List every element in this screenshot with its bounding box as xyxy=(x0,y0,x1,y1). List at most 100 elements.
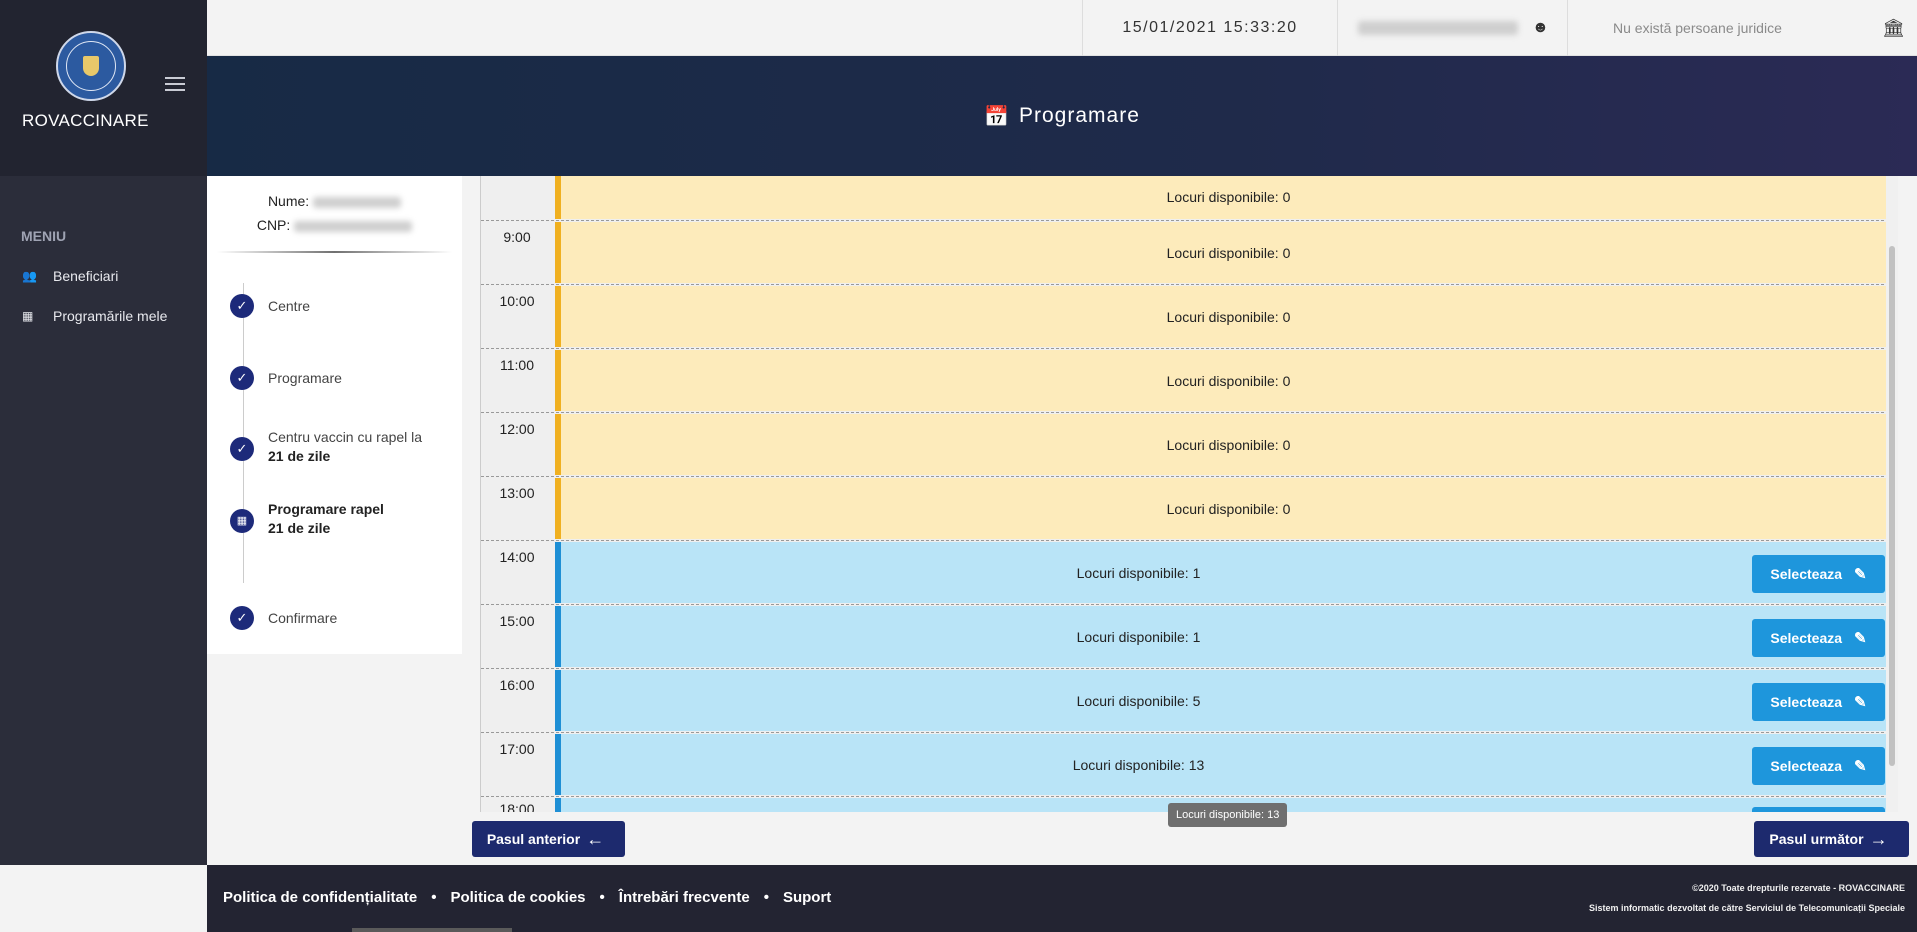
sidebar-item-programari[interactable]: ▦ Programările mele xyxy=(22,308,167,324)
calendar-icon: ▦ xyxy=(230,509,254,533)
copyright: ©2020 Toate drepturile rezervate - ROVAC… xyxy=(1692,883,1905,893)
select-label: Selecteaza xyxy=(1770,566,1843,582)
slot-availability: Locuri disponibile: 0 xyxy=(1166,372,1291,389)
divider xyxy=(217,251,452,253)
slot-availability: Locuri disponibile: 13 xyxy=(1072,756,1205,773)
slot-time: 12:00 xyxy=(499,421,535,437)
check-icon: ✓ xyxy=(230,437,254,461)
slot-time: 17:00 xyxy=(499,741,535,757)
slot-availability: Locuri disponibile: 0 xyxy=(1166,308,1291,325)
institution-icon: 🏛 xyxy=(1882,17,1905,38)
slot-availability: Locuri disponibile: 1 xyxy=(1076,628,1201,645)
scrollbar[interactable] xyxy=(1886,176,1898,812)
user-menu[interactable]: ☻ xyxy=(1337,0,1567,56)
pencil-icon: ✎ xyxy=(1854,566,1867,583)
time-slot: 15:00 Locuri disponibile: 1 Selecteaza ✎ xyxy=(481,604,1898,668)
arrow-right-icon: → xyxy=(1869,828,1888,849)
person-name-row: Nume: xyxy=(207,193,462,209)
time-slot: 17:00 Locuri disponibile: 13 Selecteaza ✎ xyxy=(481,732,1898,796)
step-centru-vaccin[interactable]: ✓ Centru vaccin cu rapel la 21 de zile xyxy=(230,428,422,466)
step-label: Centru vaccin cu rapel la 21 de zile xyxy=(268,428,422,466)
slot-time: 11:00 xyxy=(500,357,534,373)
pencil-icon: ✎ xyxy=(1854,694,1867,711)
slot-time: 16:00 xyxy=(499,677,535,693)
cookies-policy-link[interactable]: Politica de cookies xyxy=(450,889,585,906)
user-icon: ☻ xyxy=(1532,19,1549,36)
sidebar-item-label: Programările mele xyxy=(53,308,168,324)
developer-credit: Sistem informatic dezvoltat de către Ser… xyxy=(1589,903,1905,913)
hamburger-menu-icon[interactable] xyxy=(165,77,185,91)
sidebar-item-beneficiari[interactable]: 👥 Beneficiari xyxy=(22,268,118,284)
separator: • xyxy=(431,889,437,906)
step-label: Centre xyxy=(268,298,311,314)
slot-availability: Locuri disponibile: 0 xyxy=(1166,500,1291,517)
pencil-icon: ✎ xyxy=(1854,630,1867,647)
time-slot: 12:00 Locuri disponibile: 0 xyxy=(481,412,1898,476)
arrow-left-icon: ← xyxy=(586,828,605,849)
step-programare-rapel[interactable]: ▦ Programare rapel 21 de zile xyxy=(230,500,384,538)
page-title: Programare xyxy=(1019,104,1140,127)
slot-time: 15:00 xyxy=(499,613,535,629)
slot-availability: Locuri disponibile: 0 xyxy=(1166,244,1291,261)
step-centre[interactable]: ✓ Centre xyxy=(230,294,310,318)
step-label-bold: 21 de zile xyxy=(268,520,331,536)
select-slot-button[interactable]: Selecteaza ✎ xyxy=(1752,555,1885,593)
time-slot: 13:00 Locuri disponibile: 0 xyxy=(481,476,1898,540)
cnp-label: CNP: xyxy=(256,217,291,233)
legal-entities[interactable]: Nu există persoane juridice 🏛 xyxy=(1567,0,1917,56)
page-banner: 📅 Programare xyxy=(207,56,1917,176)
select-slot-button[interactable]: Selecteaza ✎ xyxy=(1752,619,1885,657)
check-icon: ✓ xyxy=(230,294,254,318)
person-cnp-row: CNP: xyxy=(207,217,462,233)
time-slot: 9:00 Locuri disponibile: 0 xyxy=(481,220,1898,284)
scrollbar-thumb[interactable] xyxy=(1889,246,1895,766)
slot-availability: Locuri disponibile: 0 xyxy=(1166,188,1291,205)
slot-time: 10:00 xyxy=(499,293,535,309)
slot-availability: Locuri disponibile: 1 xyxy=(1076,564,1201,581)
step-label-text: Programare rapel xyxy=(268,501,384,517)
time-slot: 14:00 Locuri disponibile: 1 Selecteaza ✎ xyxy=(481,540,1898,604)
calendar-icon: 📅 xyxy=(984,105,1009,128)
government-logo xyxy=(56,31,126,101)
cnp-value-blurred xyxy=(294,220,413,232)
footer-credits: ©2020 Toate drepturile rezervate - ROVAC… xyxy=(1589,878,1905,918)
next-step-button[interactable]: Pasul următor → xyxy=(1754,821,1909,857)
slot-availability: Locuri disponibile: 5 xyxy=(1076,692,1201,709)
slot-time: 13:00 xyxy=(499,485,535,501)
current-datetime: 15/01/2021 15:33:20 xyxy=(1082,0,1337,56)
user-name-blurred xyxy=(1358,21,1518,35)
name-value-blurred xyxy=(313,196,402,208)
time-slot: 16:00 Locuri disponibile: 5 Selecteaza ✎ xyxy=(481,668,1898,732)
separator: • xyxy=(599,889,605,906)
support-link[interactable]: Suport xyxy=(783,889,831,906)
check-icon: ✓ xyxy=(230,606,254,630)
brand-name: ROVACCINARE xyxy=(22,111,149,130)
select-slot-button[interactable]: Selecteaza ✎ xyxy=(1752,683,1885,721)
name-label: Nume: xyxy=(267,193,310,209)
next-step-label: Pasul următor xyxy=(1769,831,1864,847)
separator: • xyxy=(763,889,769,906)
faq-link[interactable]: Întrebări frecvente xyxy=(619,889,750,906)
select-label: Selecteaza xyxy=(1770,630,1843,646)
step-label-text: Centru vaccin cu rapel la xyxy=(268,429,423,445)
select-slot-button[interactable]: Selecteaza ✎ xyxy=(1752,747,1885,785)
horizontal-scroll-indicator xyxy=(352,928,512,932)
previous-step-label: Pasul anterior xyxy=(486,831,581,847)
slot-time: 18:00 xyxy=(499,801,535,812)
schedule-list[interactable]: Locuri disponibile: 0 9:00 Locuri dispon… xyxy=(480,176,1898,812)
check-icon: ✓ xyxy=(230,366,254,390)
people-icon: 👥 xyxy=(22,269,37,283)
pencil-icon: ✎ xyxy=(1854,758,1867,775)
step-confirmare[interactable]: ✓ Confirmare xyxy=(230,606,337,630)
slot-time: 14:00 xyxy=(499,549,535,565)
previous-step-button[interactable]: Pasul anterior ← xyxy=(472,821,625,857)
step-programare[interactable]: ✓ Programare xyxy=(230,366,342,390)
select-label: Selecteaza xyxy=(1770,694,1843,710)
sidebar-item-label: Beneficiari xyxy=(53,268,119,284)
select-label: Selecteaza xyxy=(1770,758,1843,774)
sidebar: ROVACCINARE MENIU 👥 Beneficiari ▦ Progra… xyxy=(0,0,207,865)
slot-availability: Locuri disponibile: 0 xyxy=(1166,436,1291,453)
select-slot-button[interactable] xyxy=(1752,807,1885,812)
privacy-policy-link[interactable]: Politica de confidențialitate xyxy=(223,889,417,906)
time-slot: 10:00 Locuri disponibile: 0 xyxy=(481,284,1898,348)
